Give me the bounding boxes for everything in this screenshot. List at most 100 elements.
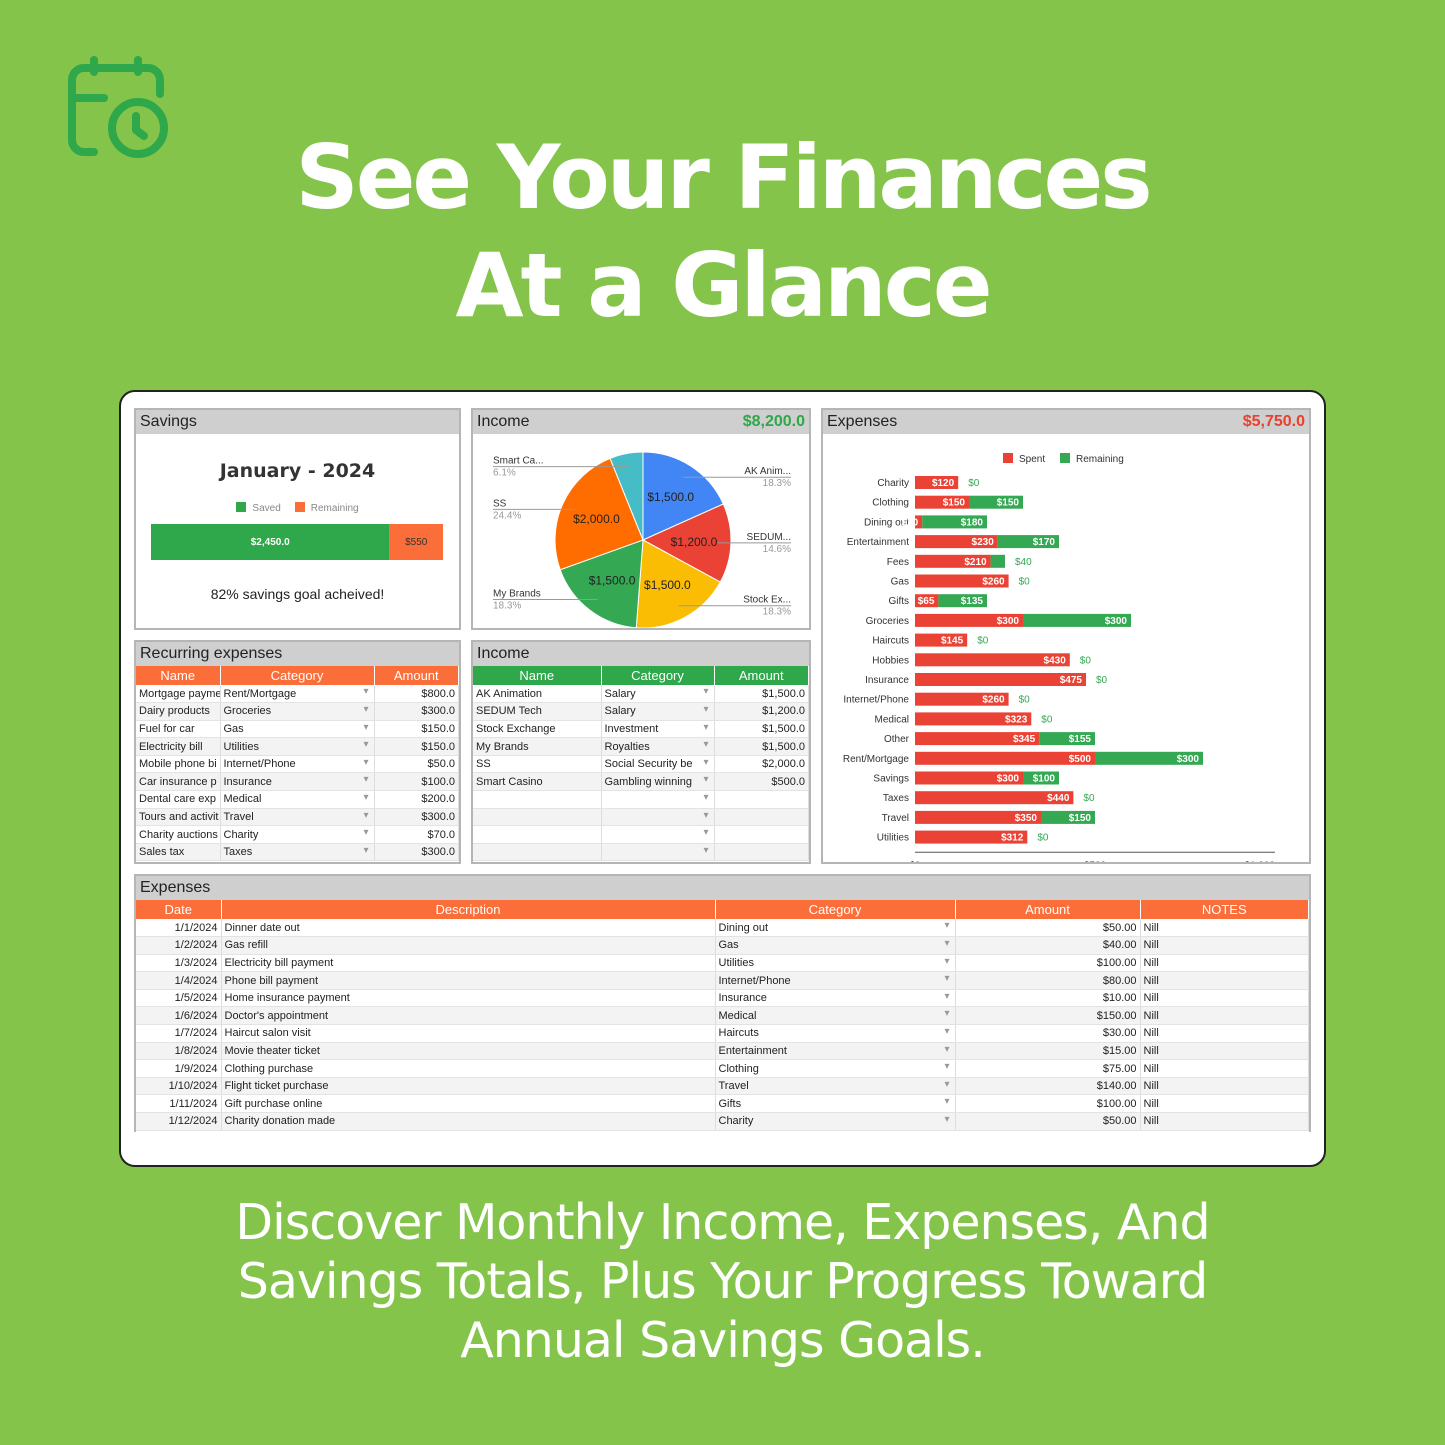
cell-notes[interactable]: Nill [1140, 919, 1309, 938]
cell-category[interactable]: Rent/Mortgage [220, 685, 375, 704]
cell-category[interactable]: Internet/Phone [715, 971, 956, 990]
cell-category[interactable]: Charity [715, 1112, 956, 1131]
col-amount[interactable]: Amount [374, 666, 459, 685]
col-category[interactable]: Category [715, 900, 956, 919]
cell-date[interactable]: 1/9/2024 [136, 1059, 222, 1078]
cell-amount[interactable] [714, 825, 809, 844]
cell-date[interactable]: 1/5/2024 [136, 989, 222, 1008]
cell-date[interactable]: 1/2/2024 [136, 936, 222, 955]
cell-name[interactable] [473, 843, 602, 862]
cell-category[interactable]: Gambling winning [601, 772, 715, 792]
cell-name[interactable]: Dairy products [136, 702, 221, 721]
cell-amount[interactable]: $200.0 [374, 790, 459, 809]
cell-category[interactable]: Entertainment [715, 1042, 956, 1061]
cell-amount[interactable]: $1,500.0 [714, 720, 809, 739]
cell-category[interactable]: Insurance [715, 989, 956, 1008]
cell-category[interactable] [601, 843, 715, 862]
cell-name[interactable]: Car insurance p [136, 772, 221, 792]
cell-amount[interactable]: $300.0 [374, 702, 459, 721]
cell-category[interactable] [601, 790, 715, 809]
cell-notes[interactable]: Nill [1140, 1042, 1309, 1061]
cell-amount[interactable]: $2,000.0 [714, 755, 809, 774]
cell-description[interactable]: Phone bill payment [221, 971, 716, 990]
cell-name[interactable]: Charity auctions [136, 825, 221, 844]
cell-amount[interactable]: $100.00 [955, 954, 1141, 973]
cell-category[interactable]: Taxes [220, 843, 375, 862]
cell-amount[interactable] [714, 808, 809, 827]
cell-amount[interactable]: $100.0 [374, 772, 459, 792]
cell-name[interactable] [473, 808, 602, 827]
cell-name[interactable]: SS [473, 755, 602, 774]
cell-description[interactable]: Clothing purchase [221, 1059, 716, 1078]
cell-category[interactable]: Insurance [220, 772, 375, 792]
cell-amount[interactable]: $40.00 [955, 936, 1141, 955]
cell-name[interactable] [473, 790, 602, 809]
cell-amount[interactable]: $75.00 [955, 1059, 1141, 1078]
cell-name[interactable]: Tours and activit [136, 808, 221, 827]
cell-amount[interactable]: $1,500.0 [714, 685, 809, 704]
col-notes[interactable]: NOTES [1140, 900, 1309, 919]
cell-category[interactable]: Internet/Phone [220, 755, 375, 774]
cell-date[interactable]: 1/1/2024 [136, 919, 222, 938]
cell-category[interactable]: Travel [220, 808, 375, 827]
cell-category[interactable]: Clothing [715, 1059, 956, 1078]
cell-category[interactable]: Gas [220, 720, 375, 739]
cell-date[interactable]: 1/4/2024 [136, 971, 222, 990]
cell-amount[interactable]: $50.00 [955, 1112, 1141, 1131]
cell-description[interactable]: Dinner date out [221, 919, 716, 938]
cell-amount[interactable] [714, 843, 809, 862]
cell-name[interactable]: Stock Exchange [473, 720, 602, 739]
cell-category[interactable]: Investment [601, 720, 715, 739]
cell-date[interactable]: 1/12/2024 [136, 1112, 222, 1131]
cell-amount[interactable]: $10.00 [955, 989, 1141, 1008]
col-amount[interactable]: Amount [955, 900, 1141, 919]
cell-category[interactable]: Utilities [220, 737, 375, 756]
cell-amount[interactable]: $50.00 [955, 919, 1141, 938]
cell-amount[interactable]: $140.00 [955, 1077, 1141, 1096]
cell-category[interactable]: Travel [715, 1077, 956, 1096]
cell-name[interactable]: AK Animation [473, 685, 602, 704]
cell-date[interactable]: 1/3/2024 [136, 954, 222, 973]
cell-amount[interactable]: $30.00 [955, 1024, 1141, 1043]
cell-name[interactable]: My Brands [473, 737, 602, 756]
col-description[interactable]: Description [221, 900, 716, 919]
cell-notes[interactable]: Nill [1140, 1094, 1309, 1114]
cell-category[interactable] [601, 808, 715, 827]
cell-date[interactable]: 1/8/2024 [136, 1042, 222, 1061]
cell-amount[interactable]: $300.0 [374, 843, 459, 862]
cell-description[interactable]: Flight ticket purchase [221, 1077, 716, 1096]
cell-description[interactable]: Doctor's appointment [221, 1006, 716, 1026]
cell-name[interactable]: SEDUM Tech [473, 702, 602, 721]
cell-name[interactable]: Sales tax [136, 843, 221, 862]
col-amount[interactable]: Amount [714, 666, 809, 685]
cell-date[interactable]: 1/6/2024 [136, 1006, 222, 1026]
cell-amount[interactable]: $800.0 [374, 685, 459, 704]
cell-date[interactable]: 1/7/2024 [136, 1024, 222, 1043]
cell-category[interactable]: Social Security be [601, 755, 715, 774]
cell-notes[interactable]: Nill [1140, 989, 1309, 1008]
cell-category[interactable]: Medical [220, 790, 375, 809]
cell-name[interactable]: Dental care exp [136, 790, 221, 809]
cell-notes[interactable]: Nill [1140, 971, 1309, 990]
col-name[interactable]: Name [473, 666, 602, 685]
cell-notes[interactable]: Nill [1140, 1077, 1309, 1096]
cell-amount[interactable]: $1,200.0 [714, 702, 809, 721]
cell-amount[interactable]: $150.00 [955, 1006, 1141, 1026]
col-category[interactable]: Category [601, 666, 715, 685]
cell-notes[interactable]: Nill [1140, 1059, 1309, 1078]
cell-notes[interactable]: Nill [1140, 1006, 1309, 1026]
cell-category[interactable]: Medical [715, 1006, 956, 1026]
cell-category[interactable]: Salary [601, 685, 715, 704]
cell-date[interactable]: 1/11/2024 [136, 1094, 222, 1114]
cell-name[interactable] [473, 825, 602, 844]
cell-amount[interactable]: $300.0 [374, 808, 459, 827]
cell-category[interactable]: Gas [715, 936, 956, 955]
cell-description[interactable]: Movie theater ticket [221, 1042, 716, 1061]
cell-amount[interactable]: $80.00 [955, 971, 1141, 990]
cell-category[interactable]: Salary [601, 702, 715, 721]
cell-category[interactable]: Groceries [220, 702, 375, 721]
cell-category[interactable]: Charity [220, 825, 375, 844]
cell-amount[interactable]: $70.0 [374, 825, 459, 844]
cell-category[interactable]: Gifts [715, 1094, 956, 1114]
cell-notes[interactable]: Nill [1140, 1112, 1309, 1131]
